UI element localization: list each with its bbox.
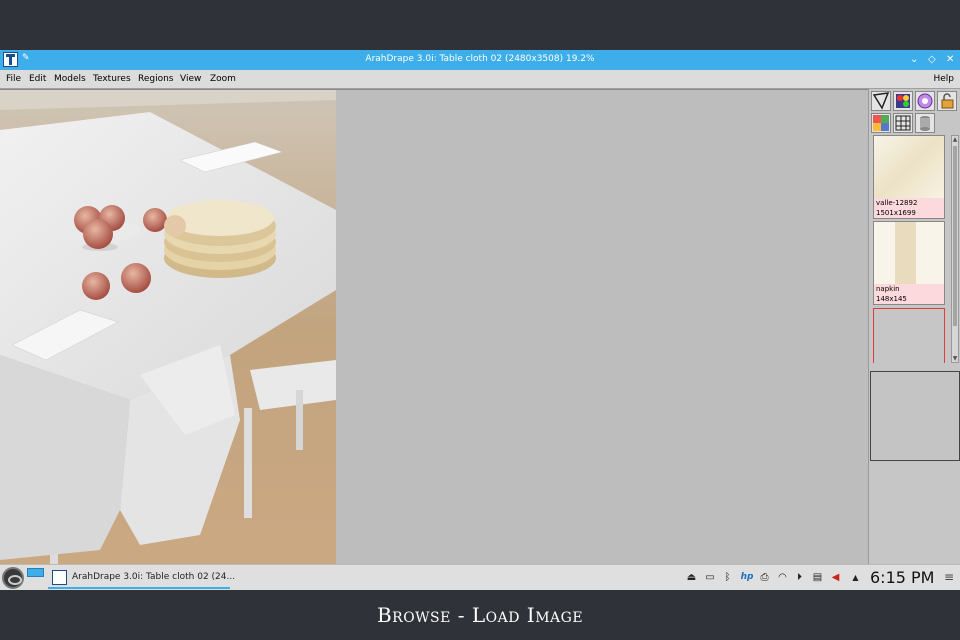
arahdrape-task-icon — [52, 570, 67, 585]
grid-mesh-icon[interactable] — [893, 113, 913, 133]
menu-file[interactable]: File — [6, 74, 21, 84]
minimize-icon[interactable]: ⌄ — [910, 53, 918, 66]
close-icon[interactable]: ✕ — [946, 53, 954, 66]
thumbnail-image — [874, 136, 944, 198]
thumbnail-image — [874, 222, 944, 284]
scroll-up-icon[interactable]: ▲ — [952, 136, 958, 143]
tray-expand-icon[interactable]: ▲ — [850, 572, 861, 583]
thumbnail-name: valle-12892 — [874, 198, 944, 208]
pattern-wheel-icon[interactable] — [915, 91, 935, 111]
wifi-icon[interactable]: ◠ — [777, 572, 788, 583]
printer-icon[interactable]: ⎙ — [759, 572, 770, 583]
texture-thumbnail-list[interactable]: valle-12892 1501x1699 napkin 148x145 — [873, 135, 949, 363]
texture-tiles-icon[interactable] — [871, 113, 891, 133]
usb-drive-icon[interactable]: ⏏ — [686, 572, 697, 583]
scroll-thumb[interactable] — [953, 146, 957, 326]
menu-textures[interactable]: Textures — [93, 74, 131, 84]
thumbnail-size: 148x145 — [874, 294, 944, 304]
database-icon[interactable] — [915, 113, 935, 133]
thumbnail-napkin[interactable]: napkin 148x145 — [873, 221, 945, 305]
bluetooth-icon[interactable]: ᛒ — [722, 572, 733, 583]
right-panel: valle-12892 1501x1699 napkin 148x145 ▲ ▼ — [868, 89, 960, 564]
menu-bar: File Edit Models Textures Regions View Z… — [0, 70, 960, 89]
color-palette-icon[interactable] — [893, 91, 913, 111]
drape-tool-icon[interactable] — [871, 91, 891, 111]
application-launcher-icon[interactable] — [2, 567, 24, 589]
menu-models[interactable]: Models — [54, 74, 86, 84]
clock[interactable]: 6:15 PM — [870, 568, 934, 587]
battery-icon[interactable]: ▭ — [703, 572, 717, 583]
image-canvas[interactable] — [0, 89, 868, 565]
table-cloth-photo — [0, 90, 336, 565]
clipboard-icon[interactable]: ▤ — [812, 572, 823, 583]
title-bar[interactable]: ✎ ArahDrape 3.0i: Table cloth 02 (2480x3… — [0, 50, 960, 70]
scroll-down-icon[interactable]: ▼ — [952, 355, 958, 362]
taskbar-task-arahdrape[interactable]: ArahDrape 3.0i: Table cloth 02 (24... — [48, 567, 235, 589]
panel-menu-icon[interactable]: ≡ — [944, 570, 954, 584]
unlock-icon[interactable] — [937, 91, 957, 111]
media-player-icon[interactable]: ⏵ — [794, 572, 805, 583]
texture-preview — [870, 371, 960, 461]
menu-help[interactable]: Help — [933, 74, 954, 84]
app-window: ✎ ArahDrape 3.0i: Table cloth 02 (2480x3… — [0, 50, 960, 565]
task-label: ArahDrape 3.0i: Table cloth 02 (24... — [72, 572, 236, 582]
thumbnail-scrollbar[interactable]: ▲ ▼ — [951, 135, 959, 363]
table-cloth-image[interactable] — [0, 90, 336, 565]
taskbar: ArahDrape 3.0i: Table cloth 02 (24... ⏏ … — [0, 564, 960, 590]
menu-zoom[interactable]: Zoom — [210, 74, 236, 84]
thumbnail-name: napkin — [874, 284, 944, 294]
volume-muted-icon[interactable]: ◀ — [830, 572, 841, 583]
window-title: ArahDrape 3.0i: Table cloth 02 (2480x350… — [365, 54, 595, 64]
menu-view[interactable]: View — [180, 74, 201, 84]
virtual-desktop-pager[interactable] — [27, 568, 44, 577]
thumbnail-valle-12892[interactable]: valle-12892 1501x1699 — [873, 135, 945, 219]
thumbnail-empty-slot[interactable] — [873, 308, 945, 363]
menu-regions[interactable]: Regions — [138, 74, 174, 84]
menu-edit[interactable]: Edit — [29, 74, 46, 84]
hp-icon[interactable]: hp — [739, 572, 755, 583]
caption: Browse - Load Image — [376, 603, 584, 627]
maximize-icon[interactable]: ◇ — [928, 53, 936, 66]
thumbnail-size: 1501x1699 — [874, 208, 944, 218]
